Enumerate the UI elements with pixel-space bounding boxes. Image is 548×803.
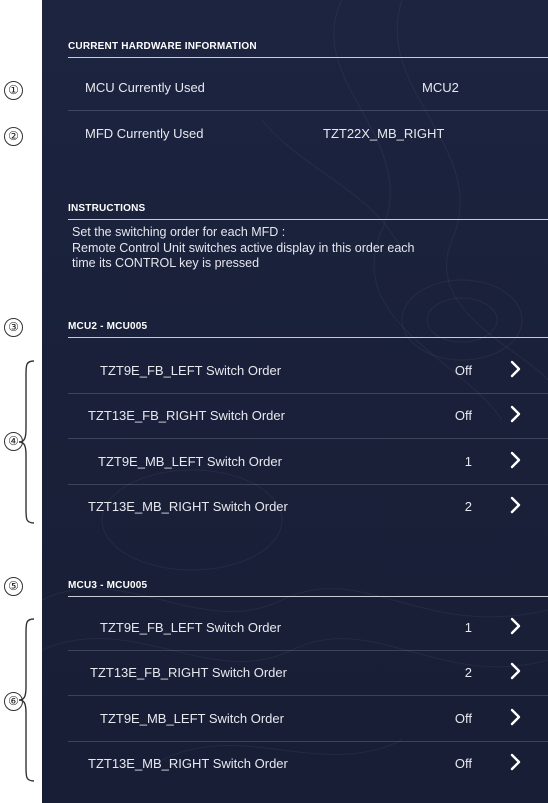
switch-order-value: 2 [464,499,472,514]
group-header-mcu2: MCU2 - MCU005 [68,321,548,338]
switch-order-row[interactable]: TZT9E_MB_LEFT Switch Order 1 [68,440,548,485]
callout-3: ③ [4,318,23,337]
callout-1: ① [4,81,23,100]
group-header-mcu3: MCU3 - MCU005 [68,580,548,597]
chevron-right-icon[interactable] [510,752,522,772]
switch-order-value: Off [454,363,472,378]
switch-order-label: TZT13E_FB_RIGHT Switch Order [90,665,287,680]
settings-panel: CURRENT HARDWARE INFORMATION MCU Current… [42,0,548,803]
mfd-value: TZT22X_MB_RIGHT [323,126,445,141]
switch-order-value: Off [454,711,472,726]
chevron-right-icon[interactable] [510,661,522,681]
callout-2: ② [4,127,23,146]
mcu-label: MCU Currently Used [85,80,205,95]
chevron-right-icon[interactable] [510,359,522,379]
switch-order-row[interactable]: TZT9E_FB_LEFT Switch Order 1 [68,606,548,651]
switch-order-label: TZT13E_MB_RIGHT Switch Order [88,756,288,771]
switch-order-row[interactable]: TZT13E_FB_RIGHT Switch Order Off [68,394,548,439]
switch-order-label: TZT9E_MB_LEFT Switch Order [98,454,282,469]
switch-order-label: TZT13E_MB_RIGHT Switch Order [88,499,288,514]
mcu-value: MCU2 [422,80,459,95]
chevron-right-icon[interactable] [510,404,522,424]
switch-order-row[interactable]: TZT13E_FB_RIGHT Switch Order 2 [68,651,548,696]
switch-order-label: TZT9E_FB_LEFT Switch Order [100,620,282,635]
switch-order-value: 1 [464,620,472,635]
mfd-row: MFD Currently Used TZT22X_MB_RIGHT [68,112,548,156]
curly-brace-icon [18,360,35,524]
instructions-line: Set the switching order for each MFD : [72,225,286,239]
switch-order-value: 2 [464,665,472,680]
switch-order-row[interactable]: TZT13E_MB_RIGHT Switch Order Off [68,742,548,786]
switch-order-label: TZT13E_FB_RIGHT Switch Order [88,408,285,423]
switch-order-value: Off [454,756,472,771]
switch-order-value: 1 [464,454,472,469]
callout-5: ⑤ [4,577,23,596]
chevron-right-icon[interactable] [510,495,522,515]
instructions-text: Set the switching order for each MFD : R… [72,225,548,272]
switch-order-row[interactable]: TZT9E_MB_LEFT Switch Order Off [68,697,548,742]
chevron-right-icon[interactable] [510,450,522,470]
switch-order-label: TZT9E_FB_LEFT Switch Order [100,363,282,378]
mfd-label: MFD Currently Used [85,126,204,141]
switch-order-row[interactable]: TZT13E_MB_RIGHT Switch Order 2 [68,485,548,529]
switch-order-label: TZT9E_MB_LEFT Switch Order [100,711,284,726]
chevron-right-icon[interactable] [510,707,522,727]
hardware-info-header: CURRENT HARDWARE INFORMATION [68,41,548,58]
chevron-right-icon[interactable] [510,616,522,636]
mcu-row: MCU Currently Used MCU2 [68,66,548,111]
instructions-header: INSTRUCTIONS [68,203,548,220]
curly-brace-icon [18,618,35,782]
instructions-line: Remote Control Unit switches active disp… [72,240,415,255]
instructions-line: time its CONTROL key is pressed [72,256,260,270]
switch-order-value: Off [454,408,472,423]
switch-order-row[interactable]: TZT9E_FB_LEFT Switch Order Off [68,349,548,394]
